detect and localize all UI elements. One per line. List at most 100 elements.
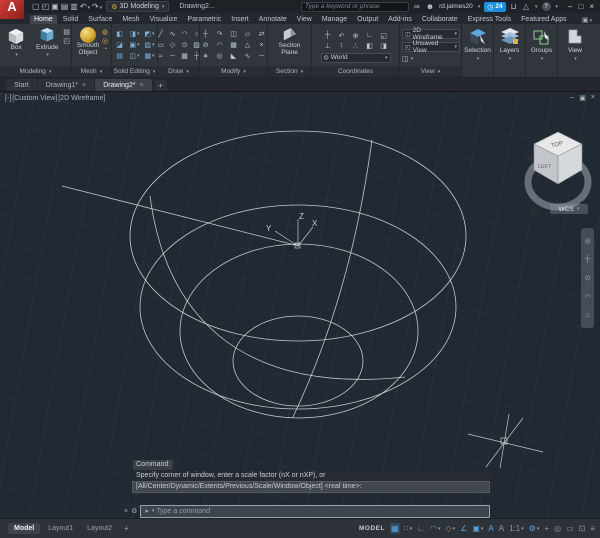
panel-label-view[interactable]: View ▾ [400, 66, 461, 77]
snap-mode-icon[interactable]: ∷▾ [403, 523, 414, 534]
close-button[interactable]: × [589, 2, 594, 11]
file-tab-start[interactable]: Start [6, 79, 37, 91]
visual-style-menu[interactable]: [2D Wireframe] [58, 95, 105, 102]
orbit-icon[interactable]: ◠ [584, 293, 590, 301]
move-faces-icon-caret[interactable]: ▾ [137, 42, 140, 48]
compass-north-label[interactable]: N [527, 154, 533, 163]
drawing-canvas[interactable]: YZX [-] [Custom View] [2D Wireframe] –▣×… [0, 92, 600, 518]
workspace-switching-icon-caret[interactable]: ▾ [537, 526, 540, 532]
presspull-icon[interactable]: ◰ [63, 37, 70, 45]
file-tab-drawing2[interactable]: Drawing2*× [95, 79, 151, 91]
command-prompt-caret-icon[interactable]: ▾ [152, 508, 155, 514]
scale-icon[interactable]: △ [242, 40, 254, 50]
selection-button[interactable]: Selection ▾ [462, 24, 493, 77]
rectangle-icon[interactable]: ▭ [156, 40, 166, 50]
signed-in-user[interactable]: rd.jaimes20 [439, 3, 473, 10]
ucs-world-icon[interactable]: ⊕ [350, 31, 362, 41]
groups-button[interactable]: Groups ▾ [526, 24, 557, 77]
line-icon[interactable]: ╱ [156, 29, 166, 39]
viewport-restore-icon[interactable]: ▣ [579, 94, 586, 102]
ucs-world-dropdown[interactable]: ◍ World ▾ [321, 53, 391, 63]
viewport-configuration-caret-icon[interactable]: ▾ [411, 56, 414, 62]
object-snap-tracking-icon[interactable]: ∠ [459, 523, 468, 534]
shell-icon-caret[interactable]: ▾ [152, 53, 155, 59]
array-icon[interactable]: ▦ [228, 40, 240, 50]
taper-faces-icon[interactable]: ◫▾ [128, 51, 141, 61]
minimize-button[interactable]: – [568, 2, 572, 11]
ribbon-tab-view[interactable]: View [293, 15, 316, 24]
ribbon-tab-insert[interactable]: Insert [227, 15, 253, 24]
smooth-more-icon[interactable]: ◍ [102, 28, 108, 36]
command-close-icon[interactable]: × [124, 508, 128, 515]
extrude-faces-icon[interactable]: ◪ [113, 40, 126, 50]
view-tools-caret-icon[interactable]: ▾ [574, 56, 577, 62]
explode-icon[interactable]: ∗ [200, 51, 212, 61]
rotate-icon[interactable]: ↷ [214, 29, 226, 39]
autoscale-icon[interactable]: A [498, 523, 505, 534]
ucs-icon[interactable]: ┼ [322, 31, 334, 41]
polysolid-icon[interactable]: ▤ [63, 28, 70, 36]
panel-label-solid-editing[interactable]: Solid Editing ▾ [112, 66, 157, 77]
subtract-icon[interactable]: ◨▾ [128, 29, 141, 39]
pan-icon[interactable]: ┼ [585, 256, 590, 263]
move-icon[interactable]: ┼ [200, 29, 212, 39]
viewport-controls-menu[interactable]: [-] [5, 95, 11, 102]
open-file-icon[interactable]: ◰ [42, 2, 50, 11]
box-tool-button[interactable]: Box ▾ [1, 26, 31, 58]
new-drawing-tab-button[interactable]: + [155, 80, 167, 91]
new-file-icon[interactable]: ▢ [32, 2, 40, 11]
layers-caret-icon[interactable]: ▾ [509, 56, 512, 62]
full-nav-wheel-icon[interactable]: ◎ [584, 237, 590, 245]
object-snap-icon[interactable]: ▣▾ [471, 523, 484, 534]
viewport-minimize-icon[interactable]: – [570, 94, 574, 102]
fillet-icon[interactable]: ◠ [214, 40, 226, 50]
mirror-icon[interactable]: ▱ [242, 29, 254, 39]
offset-faces-icon[interactable]: ▨▾ [143, 40, 156, 50]
show-motion-icon[interactable]: ⌂ [585, 312, 589, 319]
panel-label-coordinates[interactable]: Coordinates [312, 66, 399, 77]
ribbon-tab-solid[interactable]: Solid [59, 15, 83, 24]
ribbon-tab-add-ins[interactable]: Add-ins [384, 15, 416, 24]
command-input[interactable]: ▸ ▾ Type a command [140, 505, 490, 518]
ribbon-tab-surface[interactable]: Surface [84, 15, 116, 24]
undo-icon-caret[interactable]: ▾ [88, 5, 91, 11]
ribbon-tab-express-tools[interactable]: Express Tools [464, 15, 515, 24]
isometric-drafting-icon[interactable]: ◇▾ [444, 523, 456, 534]
ucs-object-icon[interactable]: ∟ [364, 31, 376, 41]
maximize-button[interactable]: □ [578, 2, 583, 11]
model-space-button[interactable]: MODEL [359, 525, 385, 532]
file-tab-close-icon[interactable]: × [139, 82, 143, 89]
move-faces-icon[interactable]: ▣▾ [128, 40, 141, 50]
smooth-less-icon[interactable]: ◎ [102, 37, 108, 45]
offset-faces-icon-caret[interactable]: ▾ [152, 42, 155, 48]
ribbon-tab-featured-apps[interactable]: Featured Apps [517, 15, 571, 24]
zoom-icon[interactable]: ⊙ [585, 274, 591, 282]
new-layout-button[interactable]: + [120, 524, 133, 533]
box-caret-icon[interactable]: ▾ [15, 52, 18, 58]
spline-icon[interactable]: ≈ [156, 51, 166, 61]
panel-label-draw[interactable]: Draw ▾ [158, 66, 199, 77]
shell-icon[interactable]: ▦▾ [143, 51, 156, 61]
help-caret-icon[interactable]: ▾ [556, 4, 559, 10]
selection-caret-icon[interactable]: ▾ [477, 56, 480, 62]
taper-faces-icon-caret[interactable]: ▾ [137, 53, 140, 59]
save-as-icon[interactable]: ▤ [61, 2, 69, 11]
application-menu-button[interactable]: A [0, 0, 24, 19]
ribbon-tab-manage[interactable]: Manage [318, 15, 351, 24]
connect-icon[interactable]: ▣▾ [582, 16, 592, 24]
view-tools-button[interactable]: View ▾ [558, 24, 592, 77]
ribbon-tab-home[interactable]: Home [30, 15, 57, 24]
clean-screen-icon[interactable]: ⊡ [578, 523, 587, 534]
annotation-monitor-icon[interactable]: + [543, 523, 550, 534]
fillet-edge-icon[interactable]: ▤ [113, 51, 126, 61]
panel-label-mesh[interactable]: Mesh ▾ [72, 66, 111, 77]
xline-icon[interactable]: ─ [168, 51, 178, 61]
groups-caret-icon[interactable]: ▾ [541, 56, 544, 62]
redo-icon-caret[interactable]: ▾ [100, 5, 103, 11]
trim-icon[interactable]: ⊘ [200, 40, 212, 50]
command-customize-icon[interactable]: ⚙ [131, 507, 137, 515]
file-tab-close-icon[interactable]: × [82, 82, 86, 89]
view-name-menu[interactable]: [Custom View] [12, 95, 57, 102]
panel-label-modeling[interactable]: Modeling ▾ [0, 66, 71, 77]
union-icon[interactable]: ◧ [113, 29, 126, 39]
